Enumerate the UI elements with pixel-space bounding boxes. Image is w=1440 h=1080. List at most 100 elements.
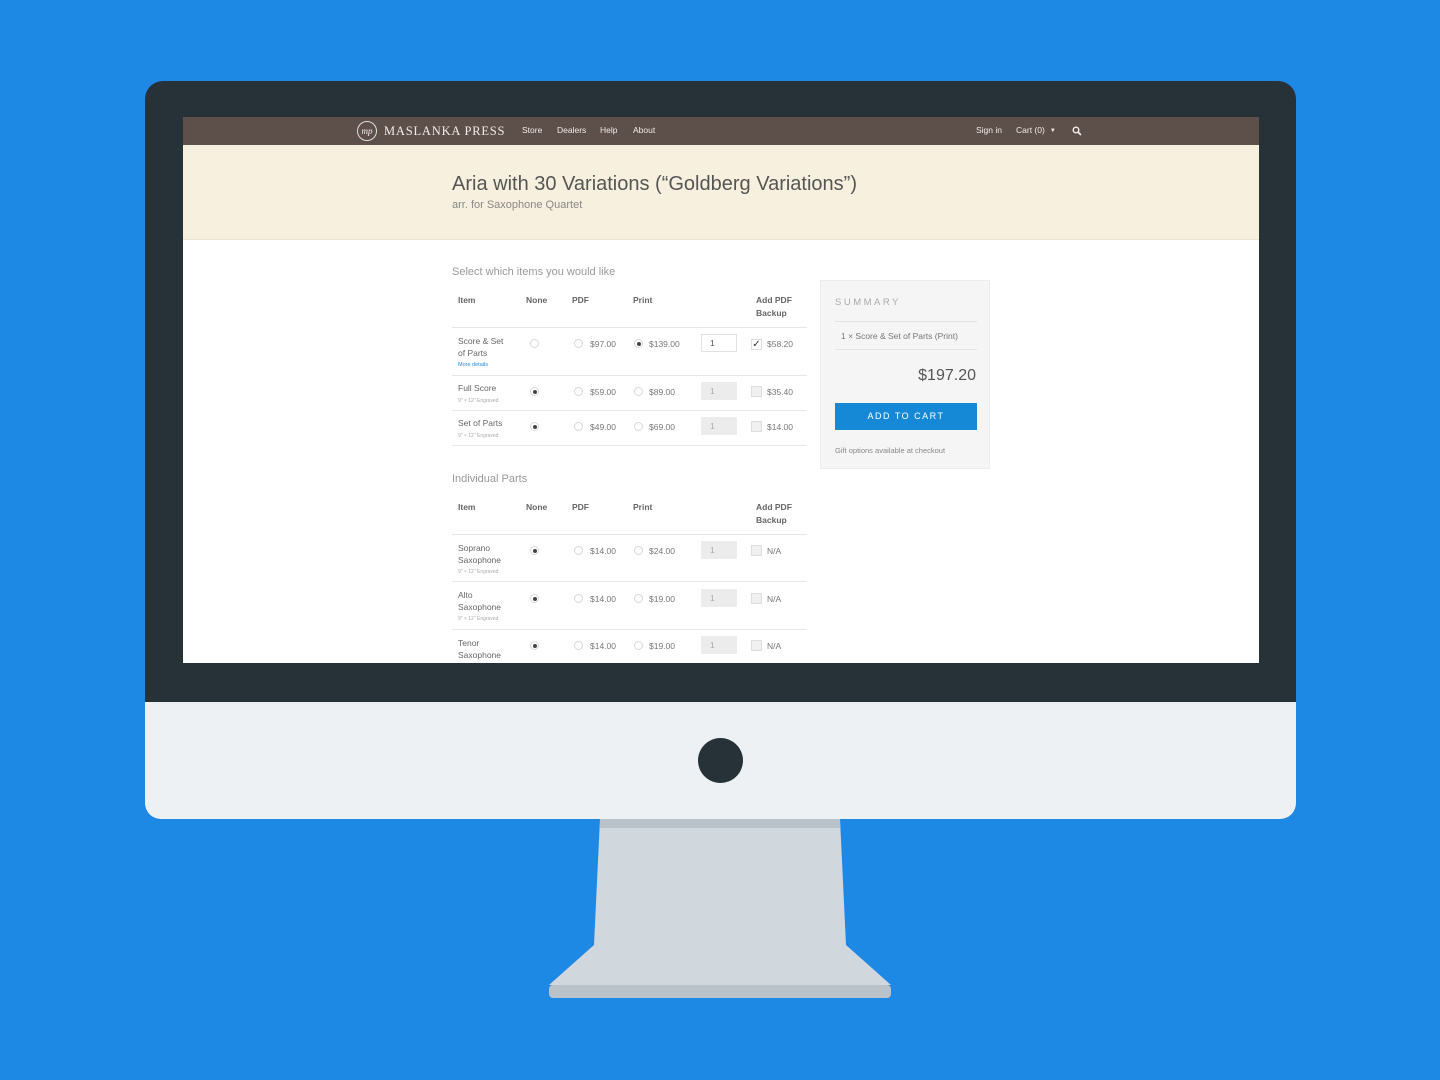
radio-none[interactable] (530, 339, 539, 348)
item-alto: Alto Saxophone (458, 590, 502, 612)
backup-checkbox[interactable] (751, 421, 762, 432)
price-print: $24.00 (649, 546, 675, 556)
nav-about[interactable]: About (633, 125, 655, 135)
price-pdf: $59.00 (590, 387, 616, 397)
price-backup: $58.20 (767, 339, 793, 349)
search-icon[interactable] (1072, 126, 1082, 136)
backup-checkbox[interactable]: ✓ (751, 339, 762, 350)
item-note: 9" × 12" Engraved (458, 398, 499, 404)
radio-pdf[interactable] (574, 546, 583, 555)
row-divider (452, 327, 807, 328)
item-full-score: Full Score (458, 383, 497, 393)
radio-print[interactable] (634, 546, 643, 555)
nav-dealers[interactable]: Dealers (557, 125, 586, 135)
col-pdf: PDF (572, 295, 589, 305)
radio-pdf[interactable] (574, 422, 583, 431)
radio-pdf[interactable] (574, 594, 583, 603)
item-note: 9" × 12" Engraved (458, 569, 499, 575)
nav-store[interactable]: Store (522, 125, 542, 135)
row-divider (452, 629, 807, 630)
backup-checkbox[interactable] (751, 640, 762, 651)
more-details-link[interactable]: More details (458, 362, 488, 368)
cart-menu[interactable]: Cart (0) ▼ (1016, 125, 1056, 135)
col-pdf: PDF (572, 502, 589, 512)
radio-print[interactable] (634, 594, 643, 603)
radio-pdf[interactable] (574, 641, 583, 650)
cart-label: Cart (0) (1016, 125, 1045, 135)
nav-help[interactable]: Help (600, 125, 617, 135)
radio-print[interactable] (634, 641, 643, 650)
col-item: Item (458, 295, 476, 305)
price-pdf: $97.00 (590, 339, 616, 349)
price-print: $89.00 (649, 387, 675, 397)
radio-print[interactable] (634, 422, 643, 431)
quantity-input[interactable]: 1 (701, 636, 737, 654)
radio-none[interactable] (530, 387, 539, 396)
summary-divider (835, 349, 977, 350)
page-title: Aria with 30 Variations (“Goldberg Varia… (452, 173, 857, 195)
col-print: Print (633, 295, 653, 305)
col-none: None (526, 295, 548, 305)
quantity-input[interactable]: 1 (701, 541, 737, 559)
price-pdf: $49.00 (590, 422, 616, 432)
price-pdf: $14.00 (590, 641, 616, 651)
item-set-of-parts: Set of Parts (458, 418, 503, 428)
logo-text: MASLANKA PRESS (384, 123, 506, 138)
gift-options-note: Gift options available at checkout (835, 446, 946, 455)
backup-checkbox[interactable] (751, 545, 762, 556)
price-print: $19.00 (649, 641, 675, 651)
summary-title: SUMMARY (835, 297, 901, 308)
radio-print[interactable] (634, 339, 643, 348)
row-divider (452, 534, 807, 535)
radio-none[interactable] (530, 422, 539, 431)
quantity-input[interactable]: 1 (701, 334, 737, 352)
top-navbar: mp MASLANKA PRESS Store Dealers Help Abo… (183, 117, 1259, 145)
backup-checkbox[interactable] (751, 593, 762, 604)
price-print: $69.00 (649, 422, 675, 432)
price-backup: $14.00 (767, 422, 793, 432)
radio-none[interactable] (530, 641, 539, 650)
quantity-input[interactable]: 1 (701, 417, 737, 435)
item-note: 9" × 12" Engraved (458, 616, 499, 622)
caret-down-icon: ▼ (1049, 128, 1056, 134)
price-backup: N/A (767, 594, 782, 604)
summary-total: $197.20 (918, 367, 976, 384)
monitor-logo-dot (698, 738, 743, 783)
logo-mark: mp (357, 121, 377, 141)
row-divider (452, 375, 807, 376)
browser-screen: mp MASLANKA PRESS Store Dealers Help Abo… (183, 117, 1259, 663)
item-soprano: Soprano Saxophone (458, 543, 502, 565)
price-pdf: $14.00 (590, 594, 616, 604)
col-item: Item (458, 502, 476, 512)
radio-none[interactable] (530, 594, 539, 603)
radio-print[interactable] (634, 387, 643, 396)
radio-pdf[interactable] (574, 339, 583, 348)
backup-checkbox[interactable] (751, 386, 762, 397)
price-backup: $35.40 (767, 387, 793, 397)
sign-in-link[interactable]: Sign in (976, 125, 1002, 135)
item-score-set: Score & Set of Parts (458, 336, 504, 358)
site-logo[interactable]: mp MASLANKA PRESS (357, 121, 505, 141)
radio-none[interactable] (530, 546, 539, 555)
add-to-cart-button[interactable]: ADD TO CART (835, 403, 977, 430)
radio-pdf[interactable] (574, 387, 583, 396)
quantity-input[interactable]: 1 (701, 589, 737, 607)
order-summary: SUMMARY 1 × Score & Set of Parts (Print)… (820, 280, 990, 469)
price-print: $139.00 (649, 339, 680, 349)
price-pdf: $14.00 (590, 546, 616, 556)
quantity-input[interactable]: 1 (701, 382, 737, 400)
col-print: Print (633, 502, 653, 512)
summary-divider (835, 321, 977, 322)
col-backup: Add PDF Backup (756, 295, 792, 318)
col-backup: Add PDF Backup (756, 502, 792, 525)
item-note: 9" × 12" Engraved (458, 433, 499, 439)
item-tenor: Tenor Saxophone (458, 638, 502, 660)
page-subtitle: arr. for Saxophone Quartet (452, 199, 583, 211)
col-none: None (526, 502, 548, 512)
price-print: $19.00 (649, 594, 675, 604)
product-header: Aria with 30 Variations (“Goldberg Varia… (183, 145, 1259, 240)
select-items-label: Select which items you would like (452, 266, 616, 278)
row-divider (452, 410, 807, 411)
price-backup: N/A (767, 641, 782, 651)
row-divider (452, 581, 807, 582)
